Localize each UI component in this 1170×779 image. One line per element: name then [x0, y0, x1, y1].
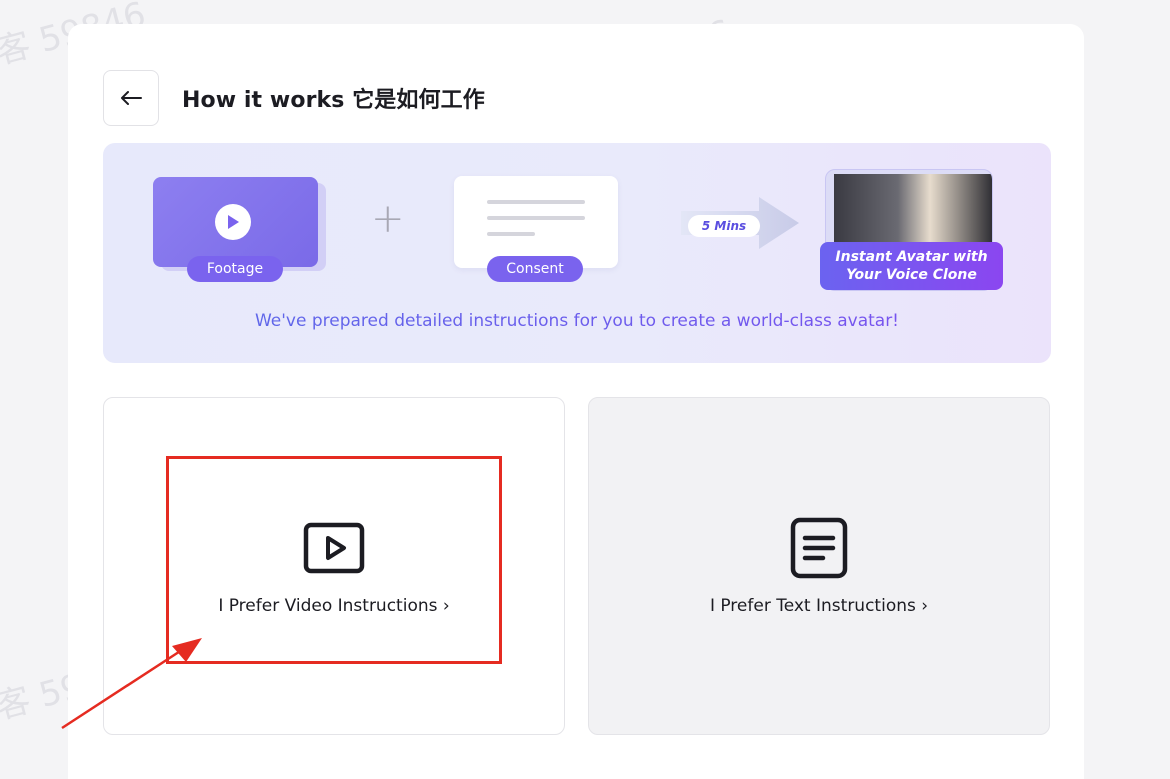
footage-card	[153, 177, 318, 267]
back-button[interactable]	[103, 70, 159, 126]
page-title: How it works 它是如何工作	[182, 88, 485, 113]
text-instructions-label: I Prefer Text Instructions ›	[709, 596, 929, 616]
arrow-left-icon	[121, 91, 142, 105]
avatar-photo	[834, 174, 992, 246]
intro-banner: Footage + Consent 5 Mins Instant Avatar …	[103, 143, 1051, 363]
result-badge: Instant Avatar with Your Voice Clone	[820, 242, 1003, 290]
video-play-icon	[303, 522, 365, 574]
duration-badge: 5 Mins	[688, 215, 760, 237]
document-text-icon	[790, 517, 848, 579]
banner-caption: We've prepared detailed instructions for…	[103, 311, 1051, 331]
video-instructions-option[interactable]: I Prefer Video Instructions ›	[103, 397, 565, 735]
consent-card	[454, 176, 618, 268]
plus-icon: +	[371, 196, 405, 242]
text-instructions-option[interactable]: I Prefer Text Instructions ›	[588, 397, 1050, 735]
header: How it works 它是如何工作	[103, 70, 485, 126]
play-icon	[215, 204, 251, 240]
consent-badge: Consent	[487, 256, 583, 282]
footage-badge: Footage	[187, 256, 283, 282]
video-instructions-label: I Prefer Video Instructions ›	[218, 596, 450, 616]
